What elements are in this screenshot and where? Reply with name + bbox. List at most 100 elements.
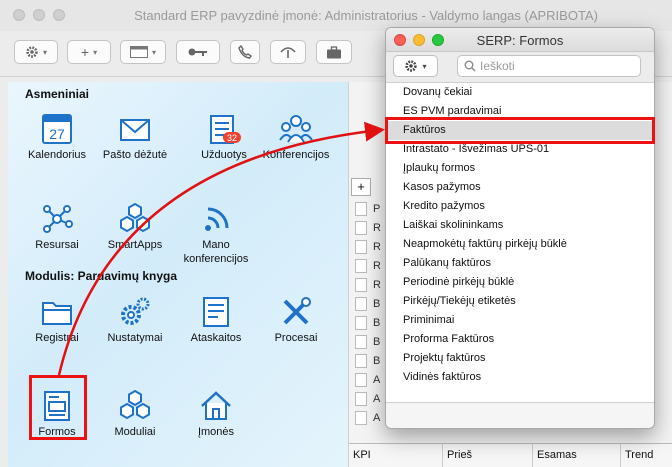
- mailbox-label: Pašto dėžutė: [102, 149, 168, 161]
- form-list-item[interactable]: Laiškai skolininkams: [386, 216, 654, 235]
- resources-launcher[interactable]: Resursai: [15, 202, 99, 252]
- antenna-button[interactable]: [270, 40, 306, 64]
- form-list-item[interactable]: Proforma Faktūros: [386, 330, 654, 349]
- smartapps-launcher[interactable]: SmartApps: [93, 202, 177, 252]
- folder-icon: [42, 302, 72, 325]
- form-list-item[interactable]: Projektų faktūros: [386, 349, 654, 368]
- background-row-label: B: [373, 298, 381, 310]
- form-list-item[interactable]: ES PVM pardavimai: [386, 102, 654, 121]
- key-icon: [188, 48, 207, 56]
- background-row-label: R: [373, 279, 381, 291]
- popup-toolbar: ▾: [386, 52, 654, 83]
- forms-launcher[interactable]: Formos: [15, 389, 99, 439]
- trend-col: Trend: [625, 449, 654, 461]
- document-icon: [355, 221, 367, 235]
- calendar-label: Kalendorius: [27, 149, 87, 161]
- wifi-icon: [205, 207, 229, 231]
- chevron-down-icon: ▾: [422, 61, 427, 71]
- popup-titlebar: SERP: Formos: [386, 28, 654, 52]
- add-menu-button[interactable]: + ▾: [67, 40, 111, 64]
- background-row-label: A: [373, 412, 381, 424]
- form-list-item[interactable]: Priminimai: [386, 311, 654, 330]
- minimize-button-inactive[interactable]: [33, 9, 45, 21]
- house-icon: [201, 391, 231, 420]
- mailbox-launcher[interactable]: Pašto dėžutė: [93, 112, 177, 162]
- reports-launcher[interactable]: Ataskaitos: [174, 295, 258, 345]
- document-icon: [355, 392, 367, 406]
- window-menu-button[interactable]: ▾: [120, 40, 166, 64]
- briefcase-button[interactable]: [316, 40, 352, 64]
- search-field[interactable]: [457, 55, 641, 77]
- form-list-item[interactable]: Faktūros: [386, 121, 654, 140]
- modules-launcher[interactable]: Moduliai: [93, 389, 177, 439]
- search-input[interactable]: [480, 59, 630, 73]
- settings-launcher[interactable]: Nustatymai: [93, 295, 177, 345]
- tools-icon: [283, 297, 311, 325]
- form-list-item[interactable]: Pirkėjų/Tiekėjų etiketės: [386, 292, 654, 311]
- document-icon: [355, 354, 367, 368]
- antenna-icon: [280, 47, 296, 58]
- document-icon: [355, 202, 367, 216]
- my-conferences-launcher[interactable]: Mano konferencijos: [174, 202, 258, 266]
- window-icon: [129, 46, 148, 58]
- background-row-label: R: [373, 222, 381, 234]
- window-title: Standard ERP pavyzdinė įmonė: Administra…: [134, 8, 598, 23]
- hexagons-icon: [120, 202, 150, 233]
- background-row-label: R: [373, 260, 381, 272]
- form-list-item[interactable]: Intrastato - Išvežimas UPS-01: [386, 140, 654, 159]
- companies-launcher[interactable]: Įmonės: [174, 389, 258, 439]
- processes-launcher[interactable]: Procesai: [254, 295, 338, 345]
- gear-icon: [405, 60, 418, 72]
- add-row-button[interactable]: +: [351, 178, 371, 196]
- smartapps-label: SmartApps: [107, 239, 163, 251]
- form-list-item[interactable]: Periodinė pirkėjų būklė: [386, 273, 654, 292]
- calendar-day: 27: [49, 126, 65, 142]
- kpi-bar: KPI Prieš Esamas Trend: [349, 443, 672, 467]
- resources-label: Resursai: [35, 239, 79, 251]
- popup-gear-menu-button[interactable]: ▾: [393, 55, 438, 77]
- mail-icon: [120, 119, 150, 141]
- form-list-item[interactable]: Dovanų čekiai: [386, 83, 654, 102]
- key-button[interactable]: [176, 40, 220, 64]
- background-row-label: P: [373, 203, 381, 215]
- conferences-label: Konferencijos: [262, 149, 330, 161]
- background-row-label: B: [373, 317, 381, 329]
- report-icon: [203, 297, 229, 327]
- document-icon: [355, 373, 367, 387]
- phone-icon: [238, 45, 252, 59]
- tasks-icon: 32: [210, 115, 241, 144]
- form-list-item[interactable]: Įplaukų formos: [386, 159, 654, 178]
- my-conferences-label: Mano konferencijos: [183, 239, 249, 265]
- background-row-label: B: [373, 355, 381, 367]
- gear-icon: [26, 46, 38, 58]
- processes-label: Procesai: [274, 332, 318, 344]
- calendar-launcher[interactable]: 27 Kalendorius: [15, 112, 99, 162]
- form-list-item[interactable]: Palūkanų faktūros: [386, 254, 654, 273]
- document-icon: [355, 297, 367, 311]
- phone-button[interactable]: [230, 40, 260, 64]
- registers-launcher[interactable]: Registrai: [15, 295, 99, 345]
- close-button-inactive[interactable]: [13, 9, 25, 21]
- settings-label: Nustatymai: [107, 332, 163, 344]
- tasks-badge: 32: [227, 133, 237, 143]
- background-row-label: B: [373, 336, 381, 348]
- registers-label: Registrai: [35, 332, 79, 344]
- forms-list: Dovanų čekiai ES PVM pardavimai Faktūros In…: [386, 83, 654, 403]
- popup-title: SERP: Formos: [476, 33, 564, 48]
- gear-menu-button[interactable]: ▾: [14, 40, 58, 64]
- calendar-icon: 27: [42, 114, 72, 144]
- search-icon: [464, 60, 476, 72]
- form-list-item[interactable]: Kasos pažymos: [386, 178, 654, 197]
- reports-label: Ataskaitos: [190, 332, 242, 344]
- form-list-item[interactable]: Neapmokėtų faktūrų pirkėjų būklė: [386, 235, 654, 254]
- form-list-item[interactable]: Vidinės faktūros: [386, 368, 654, 387]
- document-icon: [355, 240, 367, 254]
- kpi-col: KPI: [349, 444, 443, 467]
- network-icon: [43, 205, 73, 233]
- background-row-label: A: [373, 393, 381, 405]
- briefcase-icon: [327, 45, 341, 58]
- form-list-item[interactable]: Kredito pažymos: [386, 197, 654, 216]
- conference-icon: [279, 115, 313, 143]
- conferences-launcher[interactable]: Konferencijos: [254, 112, 338, 162]
- document-icon: [355, 278, 367, 292]
